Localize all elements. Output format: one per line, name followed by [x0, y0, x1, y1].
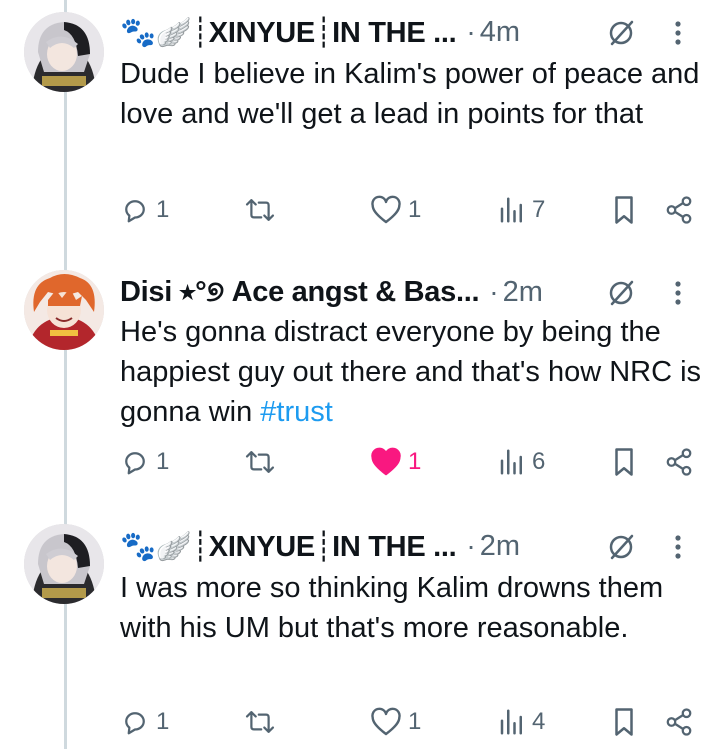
- like-count: 1: [408, 196, 422, 223]
- reply-count: 1: [156, 448, 170, 475]
- reply-count: 1: [156, 196, 170, 223]
- views-icon: [498, 195, 526, 225]
- retweet-button[interactable]: [244, 192, 276, 228]
- share-icon: [664, 447, 694, 477]
- retweet-icon: [244, 195, 276, 225]
- retweet-button[interactable]: [244, 704, 276, 740]
- heart-icon: [370, 707, 402, 737]
- views-button[interactable]: 7: [498, 192, 545, 228]
- tweet-text-content: Dude I believe in Kalim's power of peace…: [120, 58, 700, 130]
- views-count: 6: [532, 448, 546, 475]
- bookmark-icon: [610, 195, 638, 225]
- slashed-circle-icon[interactable]: [604, 276, 638, 310]
- heart-icon: [370, 195, 402, 225]
- like-count: 1: [408, 448, 422, 475]
- action-bar: 1 1 6: [120, 444, 718, 480]
- avatar[interactable]: [24, 270, 104, 350]
- reply-icon: [120, 447, 150, 477]
- retweet-icon: [244, 447, 276, 477]
- retweet-icon: [244, 707, 276, 737]
- reply-button[interactable]: 1: [120, 704, 169, 740]
- tweet-text: He's gonna distract everyone by being th…: [120, 312, 710, 432]
- avatar[interactable]: [24, 524, 104, 604]
- reply-count: 1: [156, 708, 170, 735]
- share-button[interactable]: [664, 192, 694, 228]
- share-button[interactable]: [664, 444, 694, 480]
- views-button[interactable]: 6: [498, 444, 545, 480]
- share-button[interactable]: [664, 704, 694, 740]
- separator: ·: [489, 276, 499, 307]
- thread-line: [64, 0, 67, 749]
- bookmark-button[interactable]: [610, 192, 638, 228]
- author-name[interactable]: Disi ⭑°୭ Ace angst & Bas...: [120, 276, 479, 309]
- reply-button[interactable]: 1: [120, 192, 169, 228]
- bookmark-icon: [610, 447, 638, 477]
- share-icon: [664, 195, 694, 225]
- tweet-text: Dude I believe in Kalim's power of peace…: [120, 54, 710, 134]
- retweet-button[interactable]: [244, 444, 276, 480]
- like-button[interactable]: 1: [370, 444, 421, 480]
- like-button[interactable]: 1: [370, 704, 421, 740]
- slashed-circle-icon[interactable]: [604, 530, 638, 564]
- views-count: 7: [532, 196, 546, 223]
- more-vertical-icon[interactable]: [668, 276, 688, 310]
- author-name[interactable]: 🐾🪽┊XINYUE┊IN THE ...: [120, 529, 456, 564]
- separator: ·: [466, 16, 476, 47]
- slashed-circle-icon[interactable]: [604, 16, 638, 50]
- heart-icon: [370, 447, 402, 477]
- bookmark-button[interactable]: [610, 704, 638, 740]
- author-name[interactable]: 🐾🪽┊XINYUE┊IN THE ...: [120, 15, 456, 50]
- views-button[interactable]: 4: [498, 704, 545, 740]
- like-count: 1: [408, 708, 422, 735]
- avatar[interactable]: [24, 12, 104, 92]
- action-bar: 1 1 7: [120, 192, 718, 228]
- reply-icon: [120, 195, 150, 225]
- timestamp[interactable]: 2m: [480, 530, 520, 563]
- bookmark-icon: [610, 707, 638, 737]
- reply-icon: [120, 707, 150, 737]
- timestamp[interactable]: 2m: [503, 276, 543, 309]
- like-button[interactable]: 1: [370, 192, 421, 228]
- more-vertical-icon[interactable]: [668, 530, 688, 564]
- views-icon: [498, 707, 526, 737]
- tweet-text: I was more so thinking Kalim drowns them…: [120, 568, 710, 648]
- views-icon: [498, 447, 526, 477]
- more-vertical-icon[interactable]: [668, 16, 688, 50]
- action-bar: 1 1 4: [120, 704, 718, 740]
- tweet-text-content: I was more so thinking Kalim drowns them…: [120, 572, 664, 644]
- tweet-text-content: He's gonna distract everyone by being th…: [120, 316, 702, 428]
- bookmark-button[interactable]: [610, 444, 638, 480]
- separator: ·: [466, 530, 476, 561]
- timestamp[interactable]: 4m: [480, 16, 520, 49]
- share-icon: [664, 707, 694, 737]
- reply-button[interactable]: 1: [120, 444, 169, 480]
- views-count: 4: [532, 708, 546, 735]
- hashtag-link[interactable]: #trust: [260, 396, 333, 428]
